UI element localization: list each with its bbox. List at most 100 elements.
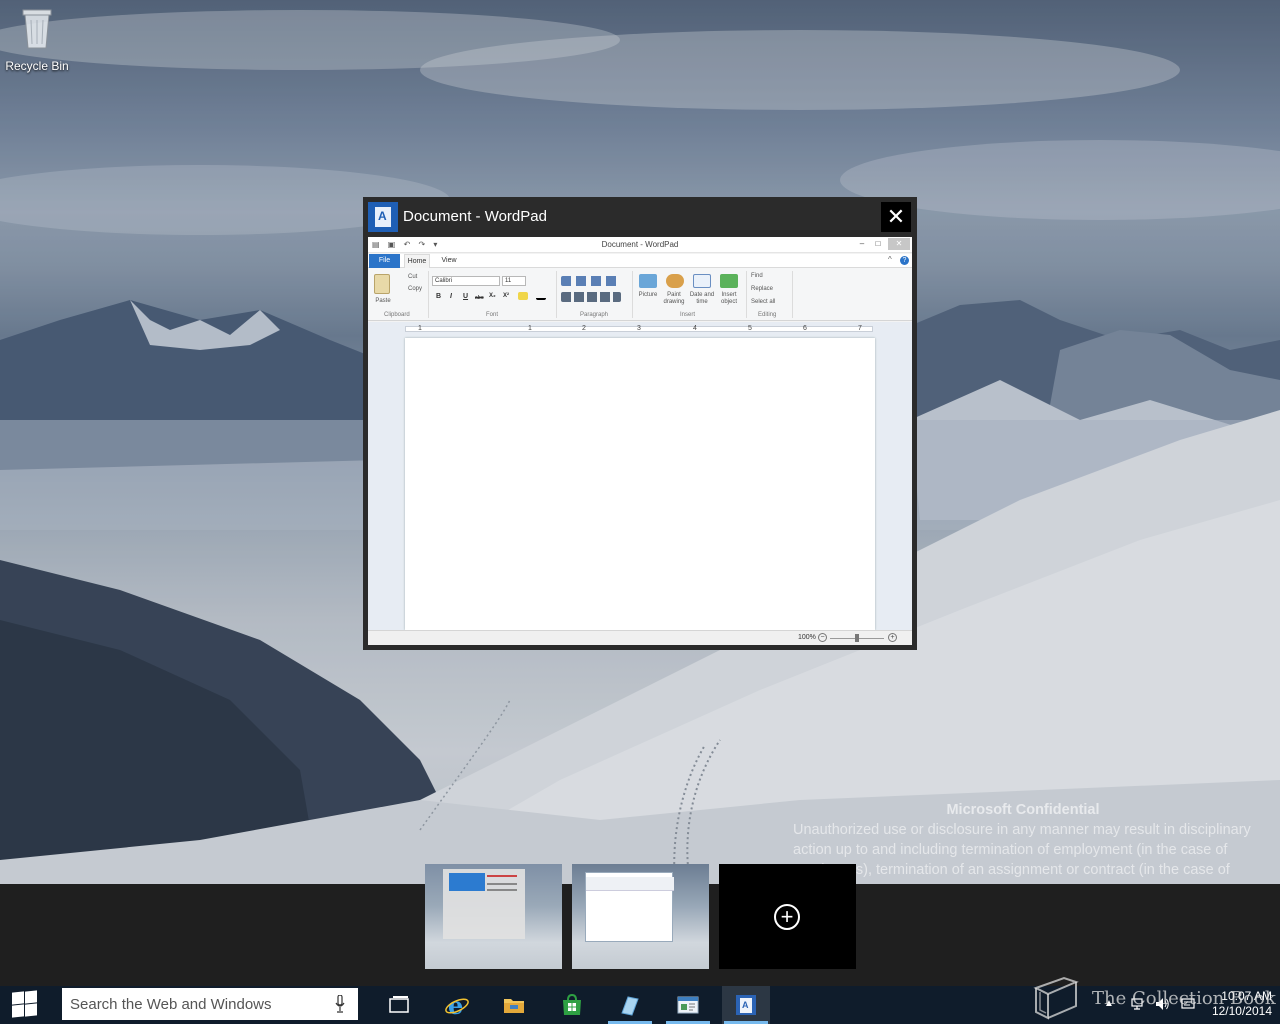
book-logo-icon bbox=[1033, 976, 1079, 1020]
ruler: 1 1 2 3 4 5 6 7 bbox=[368, 322, 912, 336]
calendar-icon bbox=[693, 274, 711, 288]
zoom-slider-thumb bbox=[855, 634, 859, 642]
ruler-number: 3 bbox=[637, 325, 641, 332]
recycle-bin[interactable]: Recycle Bin bbox=[4, 6, 70, 73]
internet-explorer-icon: e bbox=[445, 993, 469, 1017]
replace-label: Replace bbox=[751, 286, 774, 292]
zoom-in-icon: + bbox=[888, 633, 897, 642]
watermark-heading: Microsoft Confidential bbox=[946, 802, 1100, 818]
picture-icon bbox=[639, 274, 657, 288]
start-button[interactable] bbox=[0, 986, 50, 1024]
brand-watermark-text: The Collection Book bbox=[1092, 988, 1276, 1009]
group-paragraph: Paragraph bbox=[580, 312, 609, 318]
desktop-2-thumbnail[interactable] bbox=[572, 864, 709, 969]
store-icon bbox=[563, 993, 581, 1015]
group-separator bbox=[746, 271, 747, 318]
internet-explorer-button[interactable]: e bbox=[433, 986, 481, 1024]
font-family-box: Calibri bbox=[432, 276, 500, 286]
snipping-tool-button[interactable] bbox=[606, 986, 654, 1024]
watermark-line: employees), termination of an assignment… bbox=[793, 862, 1230, 878]
document-page bbox=[405, 338, 875, 630]
font-size-box: 11 bbox=[502, 276, 526, 286]
group-separator bbox=[556, 271, 557, 318]
document-area bbox=[368, 336, 912, 630]
italic-button: I bbox=[450, 293, 452, 300]
wordpad-caption: Document - WordPad bbox=[601, 240, 679, 249]
close-window-button[interactable]: ✕ bbox=[881, 202, 911, 232]
find-label: Find bbox=[751, 273, 763, 279]
recycle-bin-label: Recycle Bin bbox=[5, 59, 69, 73]
insert-object-icon bbox=[720, 274, 738, 288]
wordpad-icon: A bbox=[736, 995, 756, 1015]
maximize-icon: □ bbox=[875, 239, 881, 248]
close-icon: ✕ bbox=[888, 238, 910, 250]
subscript-button: X₂ bbox=[489, 293, 496, 299]
insert-object-label: Insert object bbox=[720, 292, 737, 305]
watermark-line: action up to and including termination o… bbox=[793, 842, 1228, 858]
tab-file: File bbox=[369, 254, 400, 268]
recycle-bin-icon bbox=[22, 9, 52, 49]
svg-text:A: A bbox=[742, 1000, 749, 1010]
new-desktop-button[interactable]: + bbox=[719, 864, 856, 969]
microphone-icon[interactable] bbox=[335, 995, 345, 1013]
underline-button: U bbox=[463, 293, 469, 300]
wordpad-thumbnail[interactable]: ▤ ▣ ↶ ↷ ▾ Document - WordPad – □ ✕ File … bbox=[368, 237, 912, 645]
app-window-button[interactable] bbox=[664, 986, 712, 1024]
group-editing: Editing bbox=[758, 312, 777, 318]
paste-label: Paste bbox=[375, 298, 391, 304]
select-all-label: Select all bbox=[751, 299, 776, 305]
ruler-number: 5 bbox=[748, 325, 752, 332]
watermark-line: Unauthorized use or disclosure in any ma… bbox=[793, 822, 1251, 838]
search-box[interactable]: Search the Web and Windows bbox=[62, 988, 358, 1020]
cut-label: Cut bbox=[408, 274, 418, 280]
window-app-icon bbox=[677, 996, 699, 1014]
status-bar: 100% − + bbox=[368, 630, 912, 645]
font-color-icon bbox=[536, 292, 546, 300]
task-view-window-title: Document - WordPad bbox=[403, 208, 547, 225]
paint-drawing-icon bbox=[666, 274, 684, 288]
strikethrough-button: abc bbox=[475, 295, 484, 301]
file-explorer-button[interactable] bbox=[490, 986, 538, 1024]
wordpad-titlebar: ▤ ▣ ↶ ↷ ▾ Document - WordPad – □ ✕ bbox=[368, 237, 912, 253]
help-icon: ? bbox=[900, 256, 909, 265]
confidential-watermark: Microsoft Confidential Unauthorized use … bbox=[793, 800, 1273, 880]
zoom-level: 100% bbox=[798, 634, 816, 641]
group-separator bbox=[792, 271, 793, 318]
ruler-number: 7 bbox=[858, 325, 862, 332]
store-button[interactable] bbox=[548, 986, 596, 1024]
paste-icon bbox=[374, 274, 390, 294]
superscript-button: X² bbox=[503, 293, 509, 299]
minimize-icon: – bbox=[859, 239, 865, 248]
group-font: Font bbox=[486, 312, 499, 318]
ruler-number: 1 bbox=[528, 325, 532, 332]
paint-drawing-label: Paint drawing bbox=[663, 292, 685, 305]
ruler-number: 2 bbox=[582, 325, 586, 332]
task-view-button[interactable] bbox=[375, 986, 423, 1024]
windows-logo-icon bbox=[12, 991, 24, 1005]
bold-button: B bbox=[436, 293, 442, 300]
group-clipboard: Clipboard bbox=[384, 312, 410, 318]
group-separator bbox=[428, 271, 429, 318]
ruler-number: 6 bbox=[803, 325, 807, 332]
group-insert: Insert bbox=[680, 312, 696, 318]
search-placeholder: Search the Web and Windows bbox=[70, 996, 272, 1013]
ribbon-home: Paste Cut Copy Clipboard Calibri 11 B I … bbox=[368, 268, 912, 321]
ribbon-tabs: File Home View ^ ? bbox=[368, 254, 912, 268]
task-view-icon bbox=[389, 996, 409, 1013]
folder-icon bbox=[504, 999, 524, 1013]
list-icons bbox=[561, 276, 621, 286]
taskbar: Search the Web and Windows e A ▲ 10:07 A… bbox=[0, 986, 1280, 1024]
group-separator bbox=[632, 271, 633, 318]
ruler-number: 4 bbox=[693, 325, 697, 332]
snipping-tool-icon bbox=[621, 996, 639, 1016]
desktop-1-thumbnail[interactable] bbox=[425, 864, 562, 969]
copy-label: Copy bbox=[408, 286, 423, 292]
zoom-out-icon: − bbox=[818, 633, 827, 642]
tab-view: View bbox=[441, 257, 457, 264]
ruler-number: 1 bbox=[418, 325, 422, 332]
tab-home: Home bbox=[404, 254, 430, 268]
wordpad-button[interactable]: A bbox=[722, 986, 770, 1024]
picture-label: Picture bbox=[638, 292, 658, 298]
alignment-icons bbox=[561, 292, 621, 302]
task-view-window-header: Document - WordPad ✕ bbox=[363, 197, 917, 237]
